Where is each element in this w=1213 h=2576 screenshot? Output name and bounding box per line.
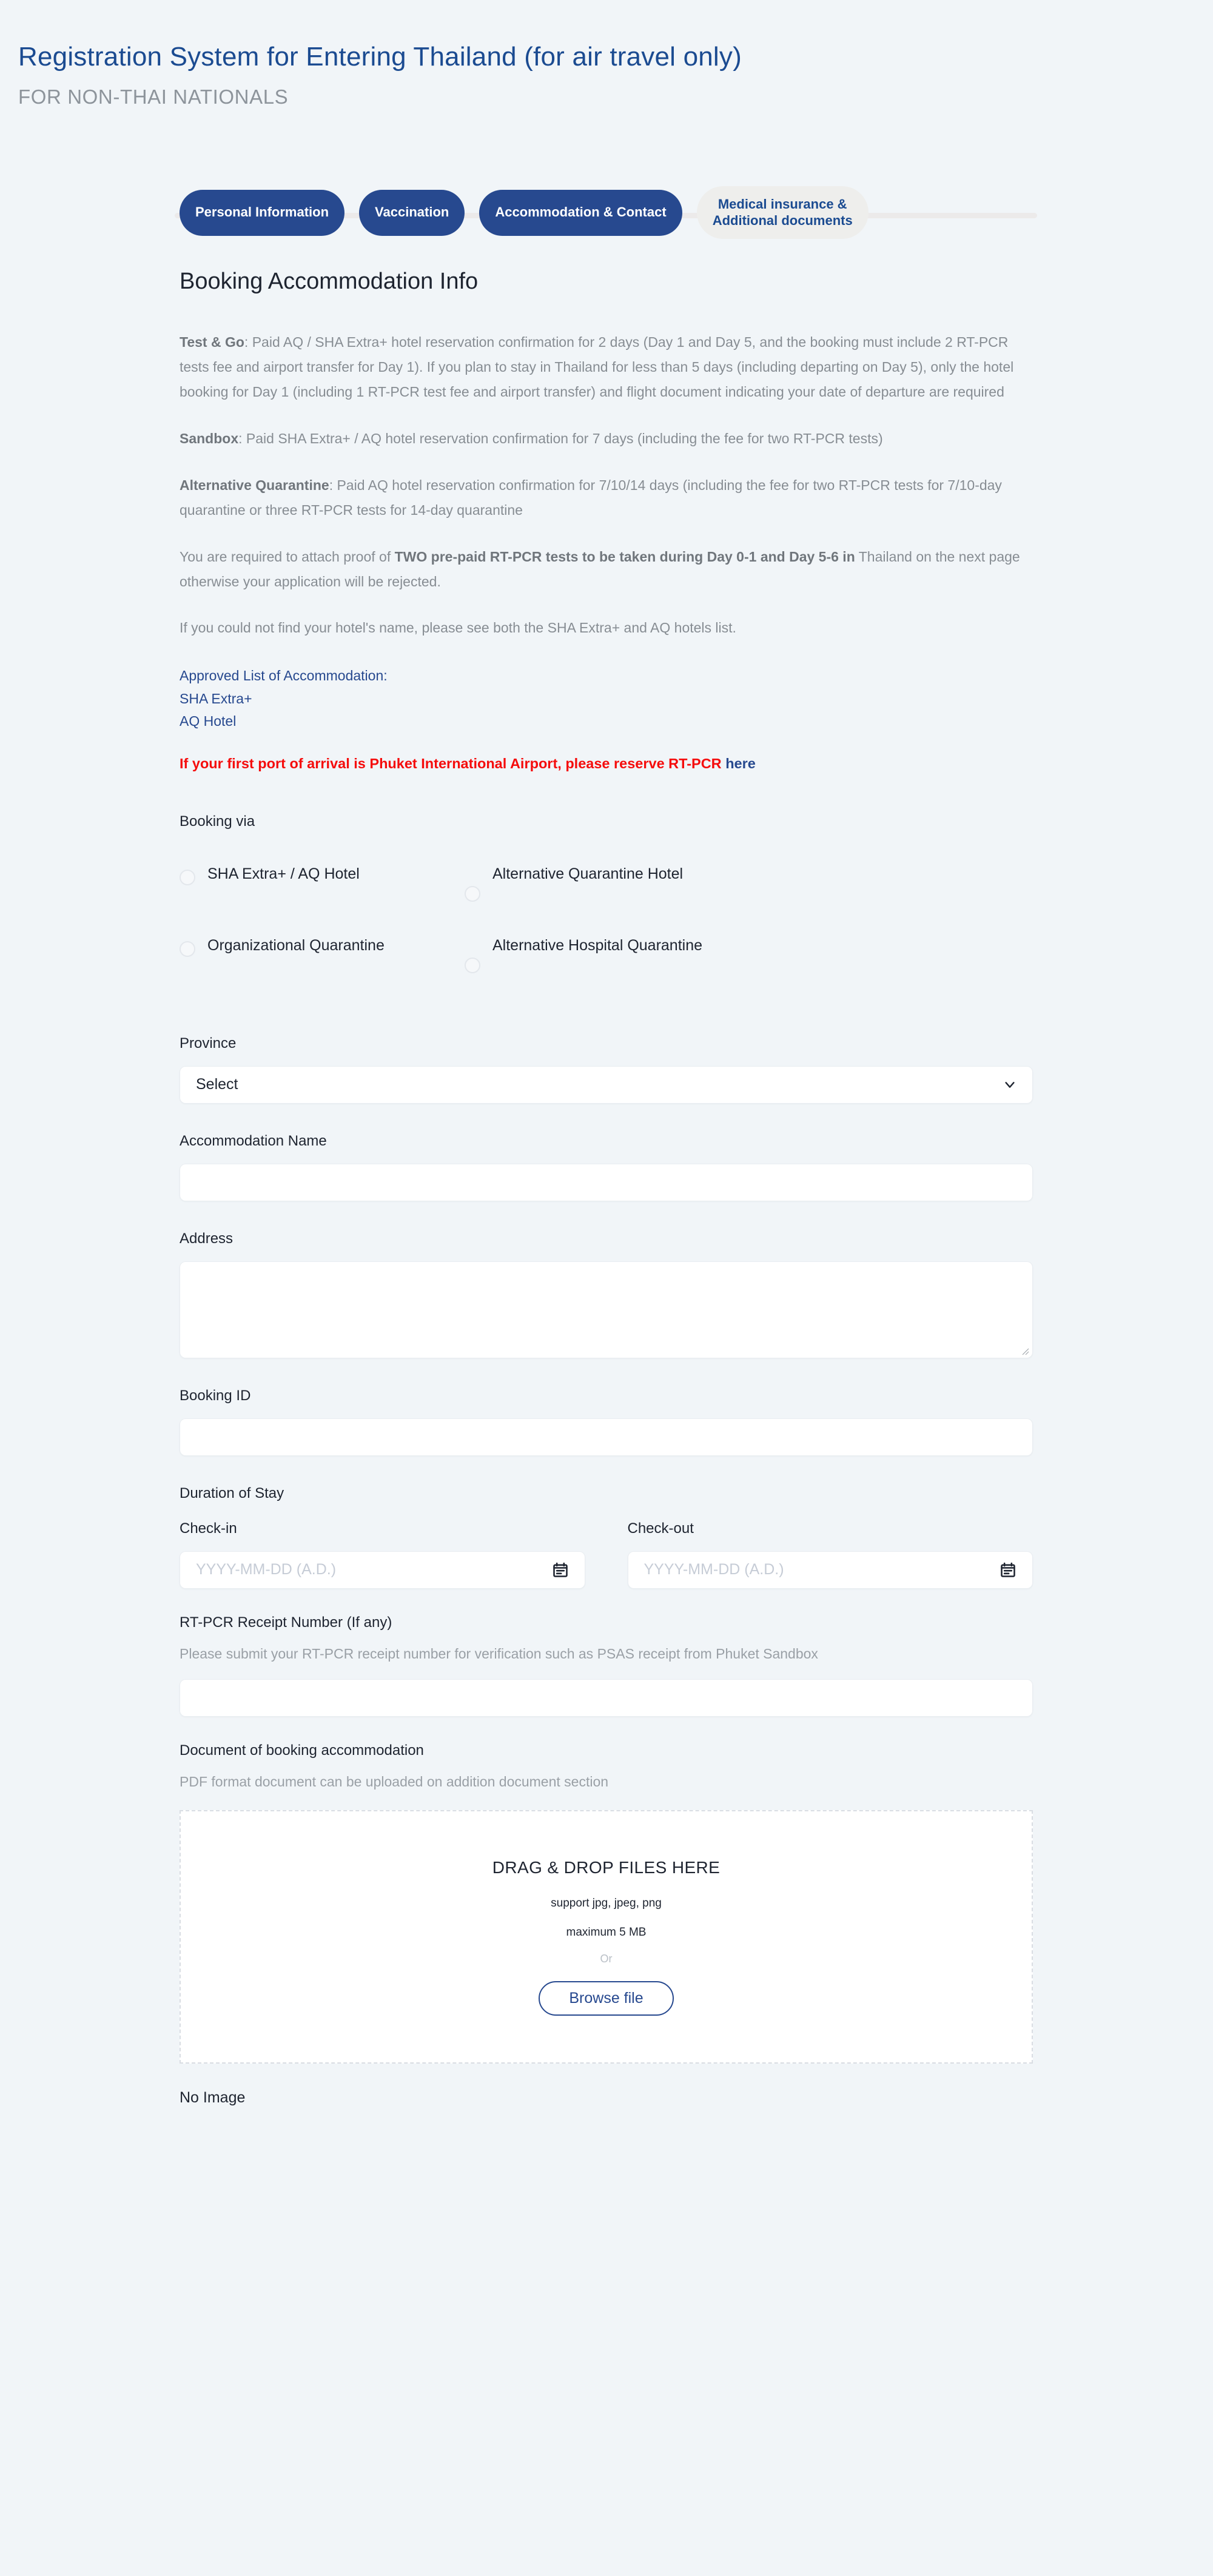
radio-label: Alternative Hospital Quarantine <box>492 936 703 954</box>
radio-circle-icon <box>465 957 480 973</box>
document-upload-group: Document of booking accommodation PDF fo… <box>180 1741 1033 2142</box>
rtpcr-receipt-group: RT-PCR Receipt Number (If any) Please su… <box>180 1613 1033 1717</box>
tab-accommodation-contact[interactable]: Accommodation & Contact <box>479 189 682 236</box>
accommodation-name-field-group: Accommodation Name <box>180 1132 1033 1201</box>
paragraph-hotel-note: If you could not find your hotel's name,… <box>180 620 736 636</box>
main-content: Booking Accommodation Info Test & Go: Pa… <box>0 268 1213 2142</box>
dropzone-max-size: maximum 5 MB <box>566 1925 647 1939</box>
phuket-rtpcr-alert: If your first port of arrival is Phuket … <box>180 753 1033 774</box>
check-out-date-input[interactable]: YYYY-MM-DD (A.D.) <box>627 1551 1033 1589</box>
browse-file-button[interactable]: Browse file <box>539 1981 674 2016</box>
paragraph-lead: Test & Go <box>180 334 244 350</box>
accommodation-name-label: Accommodation Name <box>180 1132 327 1149</box>
radio-label: SHA Extra+ / AQ Hotel <box>207 865 360 882</box>
duration-row: Check-in YYYY-MM-DD (A.D.) Check-out YYY… <box>180 1519 1033 1589</box>
address-field-group: Address <box>180 1229 1033 1359</box>
province-field-group: Province Select <box>180 1034 1033 1104</box>
province-selected-value: Select <box>196 1076 238 1093</box>
province-select[interactable]: Select <box>180 1065 1033 1104</box>
duration-of-stay-group: Duration of Stay Check-in YYYY-MM-DD (A.… <box>180 1484 1033 1589</box>
booking-id-field-group: Booking ID <box>180 1386 1033 1457</box>
page-title: Registration System for Entering Thailan… <box>18 42 742 72</box>
radio-circle-icon <box>465 885 480 902</box>
document-upload-hint: PDF format document can be uploaded on a… <box>180 1774 609 1790</box>
paragraph-lead: Sandbox <box>180 430 239 446</box>
upload-status-text: No Image <box>180 2088 246 2106</box>
check-out-col: Check-out YYYY-MM-DD (A.D.) <box>627 1519 1033 1589</box>
radio-alternative-hospital-quarantine[interactable]: Alternative Hospital Quarantine <box>465 934 750 973</box>
radio-circle-icon <box>180 869 195 885</box>
chevron-down-icon <box>1005 1081 1015 1088</box>
paragraph-lead: Alternative Quarantine <box>180 477 329 493</box>
tab-medical-insurance-additional-documents[interactable]: Medical insurance & Additional documents <box>696 186 869 240</box>
province-label: Province <box>180 1035 237 1052</box>
radio-alternative-quarantine-hotel[interactable]: Alternative Quarantine Hotel <box>465 863 750 902</box>
link-reserve-rtpcr-here[interactable]: here <box>725 756 756 771</box>
radio-organizational-quarantine[interactable]: Organizational Quarantine <box>180 934 465 973</box>
tab-label: Accommodation & Contact <box>495 204 667 220</box>
approved-list-heading: Approved List of Accommodation: <box>180 668 388 684</box>
rtpcr-receipt-input[interactable] <box>180 1679 1033 1717</box>
link-sha-extra-plus[interactable]: SHA Extra+ <box>180 688 1033 710</box>
alert-text: If your first port of arrival is Phuket … <box>180 756 726 772</box>
calendar-icon[interactable] <box>552 1561 569 1578</box>
paragraph-test-and-go: Test & Go: Paid AQ / SHA Extra+ hotel re… <box>180 330 1032 404</box>
notice-prefix: You are required to attach proof of <box>180 548 395 565</box>
check-out-placeholder: YYYY-MM-DD (A.D.) <box>643 1561 784 1578</box>
dropzone-supported-formats: support jpg, jpeg, png <box>551 1896 662 1910</box>
address-label: Address <box>180 1230 234 1247</box>
tab-label: Medical insurance & Additional documents <box>712 196 853 228</box>
radio-label: Organizational Quarantine <box>207 936 385 954</box>
tab-vaccination[interactable]: Vaccination <box>359 189 465 236</box>
paragraph-rtpcr-notice: You are required to attach proof of TWO … <box>180 545 1032 594</box>
dropzone-or-separator: Or <box>600 1952 613 1965</box>
check-in-col: Check-in YYYY-MM-DD (A.D.) <box>180 1519 585 1589</box>
tab-personal-information[interactable]: Personal Information <box>180 189 345 236</box>
rtpcr-receipt-label: RT-PCR Receipt Number (If any) <box>180 1614 392 1631</box>
radio-sha-extra-aq-hotel[interactable]: SHA Extra+ / AQ Hotel <box>180 863 465 902</box>
stepper-tabs: Personal Information Vaccination Accommo… <box>0 186 1213 240</box>
paragraph-body: : Paid SHA Extra+ / AQ hotel reservation… <box>238 430 883 446</box>
booking-via-label: Booking via <box>180 813 255 830</box>
notice-bold: TWO pre-paid RT-PCR tests to be taken du… <box>394 548 855 565</box>
paragraph-alternative-quarantine: Alternative Quarantine: Paid AQ hotel re… <box>180 473 1032 523</box>
duration-of-stay-label: Duration of Stay <box>180 1485 284 1502</box>
address-textarea[interactable] <box>180 1261 1033 1359</box>
page-subtitle: FOR NON-THAI NATIONALS <box>18 86 289 109</box>
tab-label: Vaccination <box>375 204 449 220</box>
document-upload-label: Document of booking accommodation <box>180 1742 424 1759</box>
booking-id-input[interactable] <box>180 1418 1033 1457</box>
accommodation-name-input[interactable] <box>180 1163 1033 1201</box>
section-title: Booking Accommodation Info <box>180 269 479 295</box>
radio-circle-icon <box>180 941 195 957</box>
paragraph-sandbox: Sandbox: Paid SHA Extra+ / AQ hotel rese… <box>180 426 1032 451</box>
calendar-icon[interactable] <box>1000 1561 1016 1578</box>
paragraph-body: : Paid AQ / SHA Extra+ hotel reservation… <box>180 334 1014 400</box>
radio-label: Alternative Quarantine Hotel <box>492 865 684 882</box>
rtpcr-receipt-hint: Please submit your RT-PCR receipt number… <box>180 1645 818 1662</box>
booking-id-label: Booking ID <box>180 1387 251 1404</box>
tab-label: Personal Information <box>195 204 329 220</box>
check-in-date-input[interactable]: YYYY-MM-DD (A.D.) <box>180 1551 585 1589</box>
link-aq-hotel[interactable]: AQ Hotel <box>180 710 1033 733</box>
page-header: Registration System for Entering Thailan… <box>0 0 1213 109</box>
file-dropzone[interactable]: DRAG & DROP FILES HERE support jpg, jpeg… <box>180 1810 1033 2064</box>
booking-via-radio-group: SHA Extra+ / AQ Hotel Alternative Quaran… <box>180 863 1033 1006</box>
check-in-label: Check-in <box>180 1520 237 1537</box>
dropzone-title: DRAG & DROP FILES HERE <box>492 1857 721 1877</box>
check-in-placeholder: YYYY-MM-DD (A.D.) <box>196 1561 337 1578</box>
approved-accommodation-list: Approved List of Accommodation: SHA Extr… <box>180 665 1033 733</box>
check-out-label: Check-out <box>627 1520 694 1537</box>
resize-handle-icon[interactable] <box>1020 1346 1029 1355</box>
